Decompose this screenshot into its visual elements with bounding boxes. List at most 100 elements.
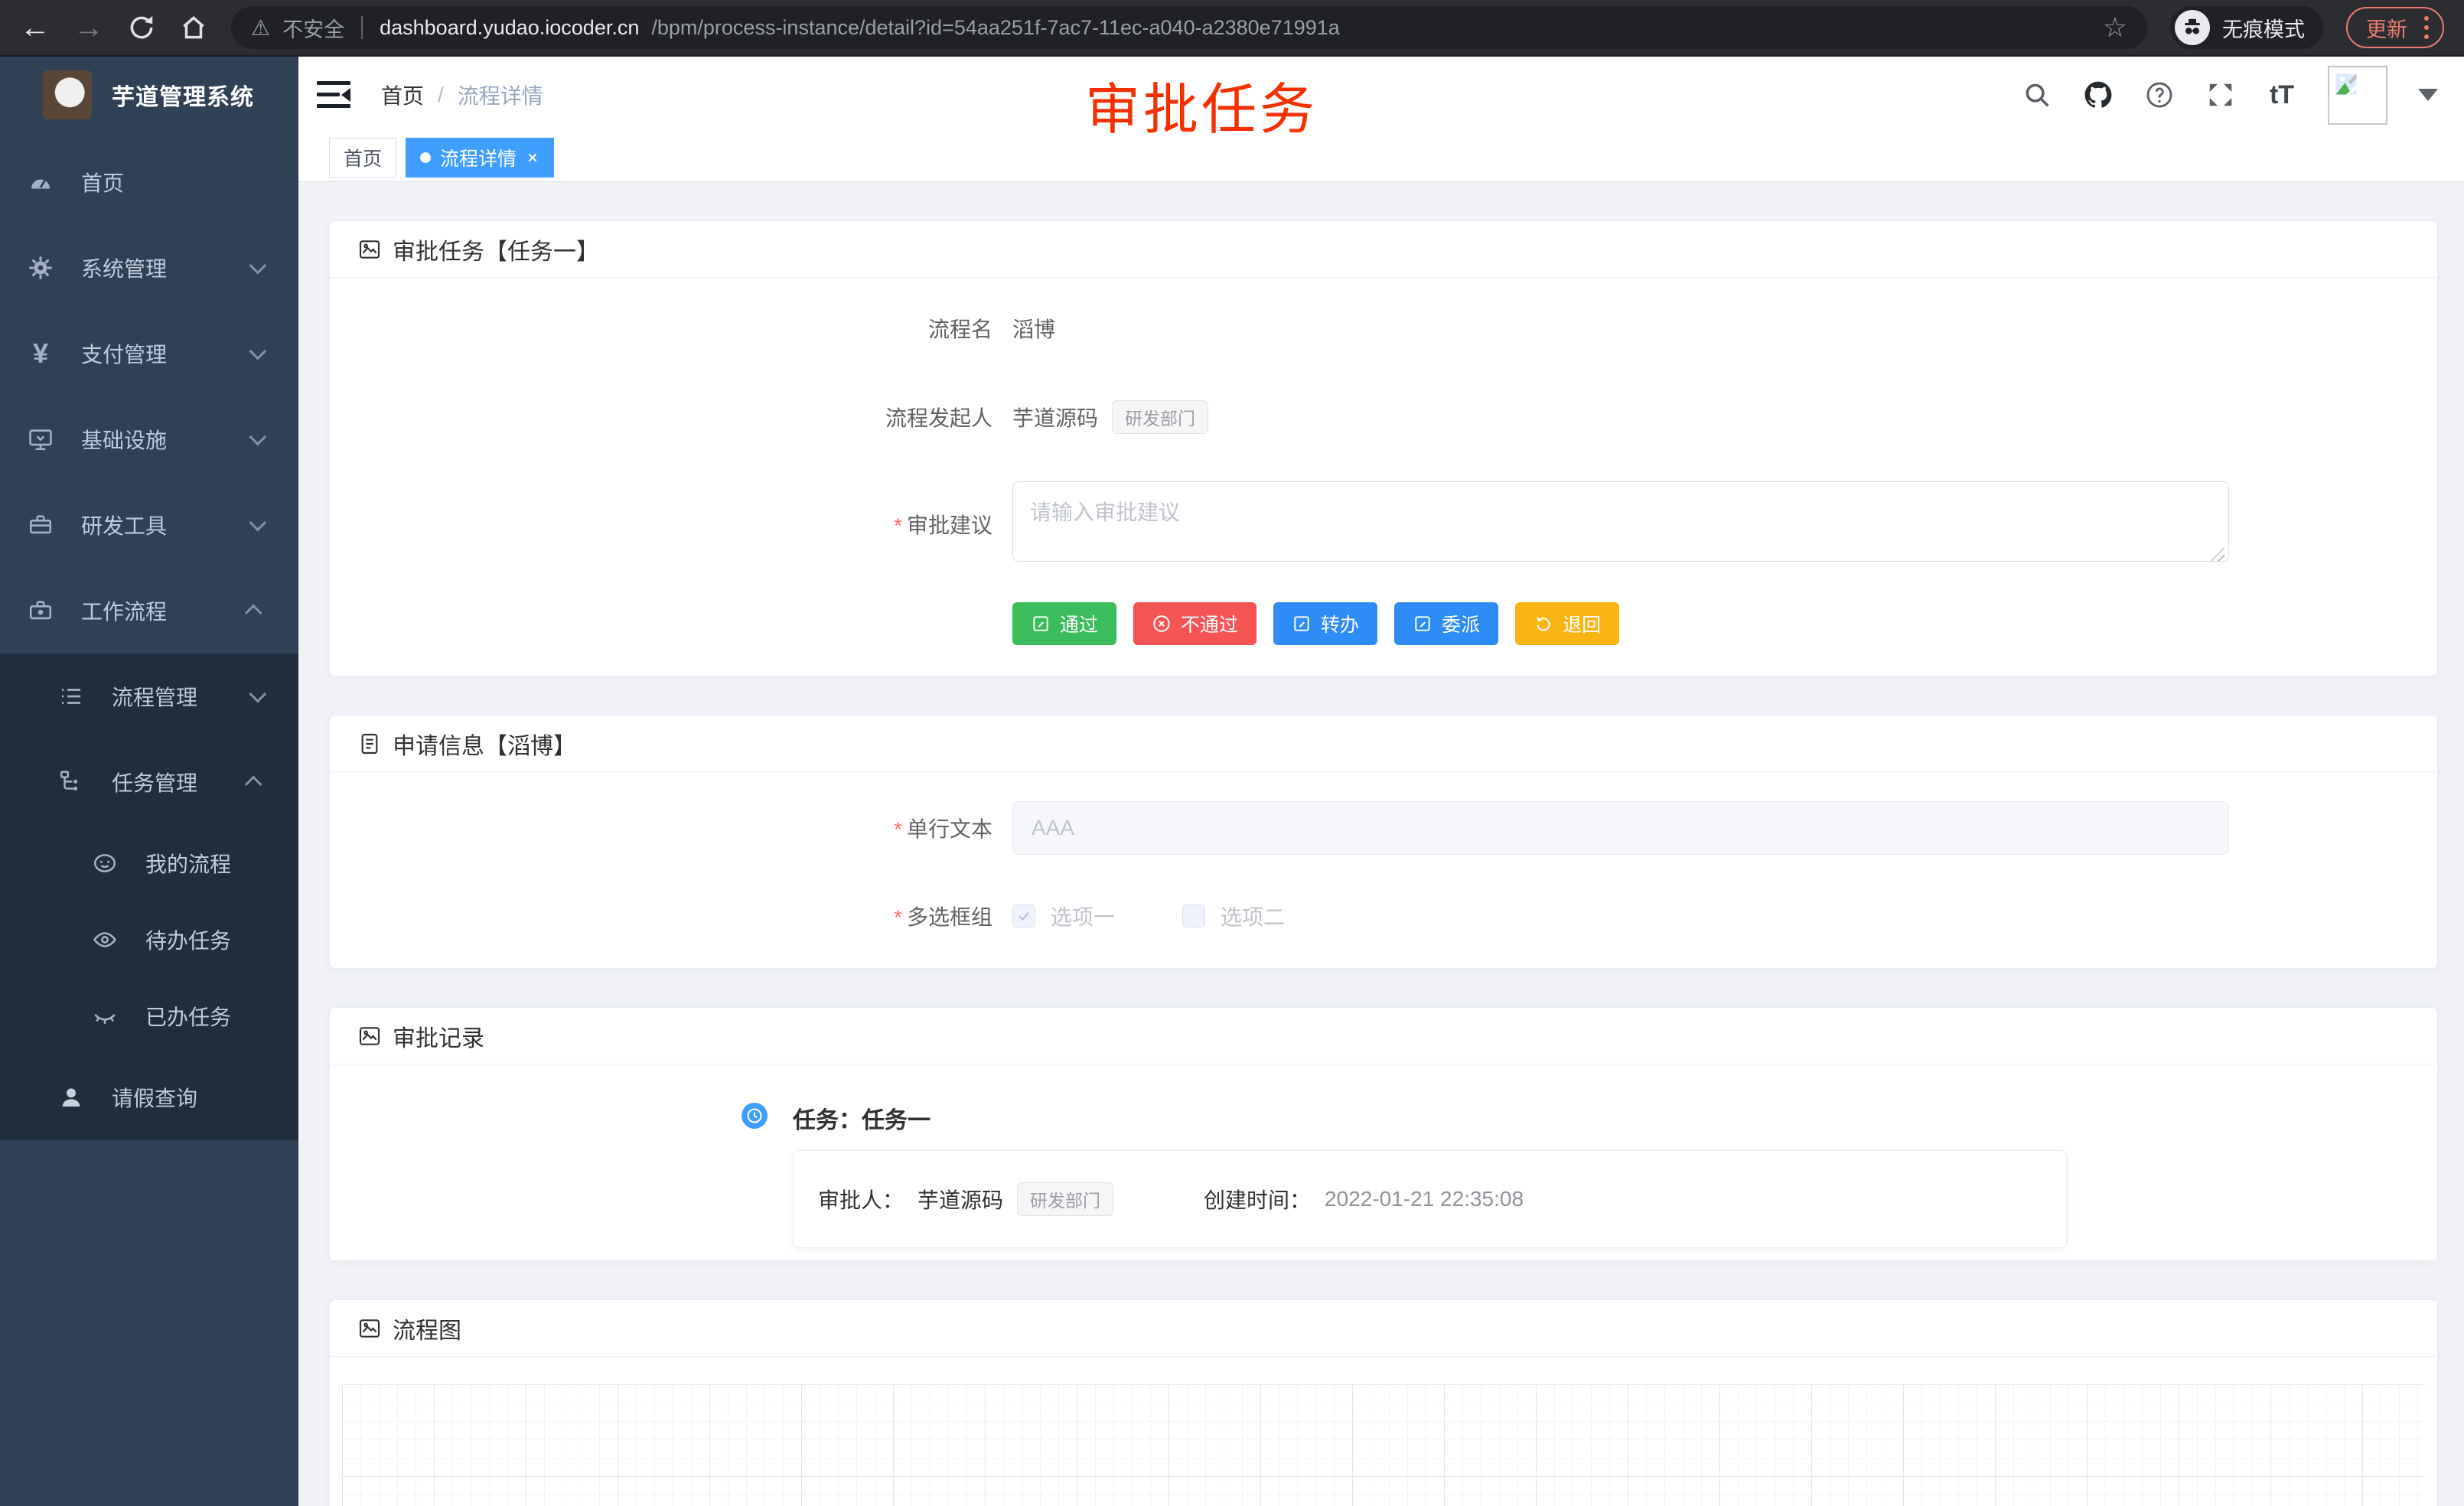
- font-size-icon[interactable]: tT: [2267, 80, 2297, 110]
- main-content: 审批任务【任务一】 流程名 滔博 流程发起人 芋道源码 研发部门 *审批建议: [298, 182, 2464, 1506]
- picture-icon: [357, 1316, 382, 1341]
- approval-card-header: 审批任务【任务一】: [330, 221, 2437, 278]
- record-card-header: 审批记录: [330, 1008, 2437, 1064]
- suggestion-textarea[interactable]: [1012, 481, 2229, 562]
- eye-icon: [92, 927, 118, 953]
- checkbox-option-1[interactable]: 选项一: [1012, 901, 1115, 931]
- url-domain: dashboard.yudao.iocoder.cn: [380, 16, 639, 40]
- forward-icon[interactable]: →: [73, 12, 104, 43]
- single-line-text-input[interactable]: [1012, 801, 2229, 855]
- reject-button[interactable]: 不通过: [1133, 602, 1256, 645]
- dashboard-icon: [28, 169, 54, 195]
- home-icon[interactable]: [179, 13, 208, 42]
- suggestion-label: *审批建议: [330, 509, 992, 539]
- rollback-icon: [1533, 614, 1553, 634]
- timeline-detail-card: 审批人： 芋道源码 研发部门 创建时间： 2022-01-21 22:35:08: [793, 1150, 2067, 1248]
- approver-label: 审批人：: [818, 1184, 904, 1214]
- back-icon[interactable]: ←: [20, 12, 51, 43]
- created-time-label: 创建时间：: [1204, 1184, 1311, 1214]
- transfer-button[interactable]: 转办: [1273, 602, 1377, 645]
- application-card-header: 申请信息【滔博】: [330, 716, 2437, 772]
- toolbox-icon: [28, 512, 54, 538]
- process-diagram-card: 流程图: [329, 1299, 2438, 1506]
- tags-view-bar: 首页 流程详情: [298, 133, 2464, 182]
- gear-icon: [28, 255, 54, 281]
- sidebar-collapse-icon[interactable]: [317, 81, 350, 109]
- process-name-value: 滔博: [1012, 313, 1055, 344]
- bookmark-star-icon[interactable]: ☆: [2103, 11, 2127, 44]
- required-asterisk: *: [894, 905, 902, 929]
- checkbox-checked-icon: [1012, 905, 1035, 927]
- search-icon[interactable]: [2022, 80, 2052, 110]
- incognito-icon: [2175, 10, 2210, 45]
- approval-task-card: 审批任务【任务一】 流程名 滔博 流程发起人 芋道源码 研发部门 *审批建议: [329, 220, 2438, 676]
- picture-icon: [357, 237, 382, 262]
- breadcrumb-separator: /: [438, 83, 444, 107]
- close-tab-icon[interactable]: [526, 151, 539, 165]
- approver-dept-tag: 研发部门: [1017, 1182, 1113, 1216]
- help-icon[interactable]: [2144, 80, 2175, 110]
- checkbox-option-2[interactable]: 选项二: [1182, 901, 1285, 931]
- tab-home[interactable]: 首页: [329, 138, 396, 178]
- diagram-card-header: 流程图: [330, 1300, 2437, 1357]
- fullscreen-icon[interactable]: [2205, 80, 2236, 110]
- incognito-indicator: 无痕模式: [2170, 6, 2323, 49]
- update-button[interactable]: 更新: [2346, 7, 2444, 48]
- single-line-text-label: *单行文本: [330, 813, 992, 843]
- reload-icon[interactable]: [127, 13, 156, 42]
- sidebar-item-home[interactable]: 首页: [0, 139, 298, 225]
- sidebar-logo[interactable]: 芋道管理系统: [0, 57, 298, 133]
- tab-process-detail[interactable]: 流程详情: [406, 138, 554, 178]
- approve-button[interactable]: 通过: [1012, 602, 1116, 645]
- chevron-up-icon: [245, 605, 262, 622]
- edit-icon: [1292, 614, 1312, 634]
- initiator-label: 流程发起人: [330, 402, 992, 432]
- insecure-warning-icon[interactable]: ⚠: [251, 15, 270, 41]
- app-title: 芋道管理系统: [112, 78, 254, 112]
- sidebar-item-process-mgmt[interactable]: 流程管理: [0, 654, 298, 739]
- avatar[interactable]: [2328, 66, 2387, 125]
- sidebar-item-infra[interactable]: 基础设施: [0, 396, 298, 482]
- breadcrumb-home[interactable]: 首页: [381, 80, 424, 110]
- sidebar: 芋道管理系统 首页 系统管理 ¥ 支付管理 基础设施: [0, 57, 298, 1506]
- approval-record-card: 审批记录 任务：任务一 审批人： 芋道源码 研发部门 创建时间： 2022-01…: [329, 1007, 2438, 1261]
- browser-menu-icon[interactable]: [2424, 16, 2429, 39]
- sidebar-item-my-process[interactable]: 我的流程: [0, 825, 298, 901]
- yen-icon: ¥: [28, 341, 54, 367]
- checkbox-group: 选项一 选项二: [1012, 901, 1285, 931]
- annotation-text: 审批任务: [1085, 64, 1318, 145]
- flow-tree-icon: [58, 769, 84, 795]
- security-label: 不安全: [282, 13, 344, 43]
- chevron-down-icon: [249, 686, 267, 703]
- avatar-caret-icon[interactable]: [2418, 89, 2438, 101]
- address-bar[interactable]: ⚠ 不安全 dashboard.yudao.iocoder.cn/bpm/pro…: [231, 6, 2147, 49]
- user-icon: [58, 1084, 84, 1110]
- sidebar-item-workflow[interactable]: 工作流程: [0, 568, 298, 654]
- face-icon: [92, 850, 118, 876]
- page: ← → ⚠ 不安全 dashboard.yudao.iocoder.cn/bpm…: [0, 0, 2464, 1506]
- sidebar-item-payment[interactable]: ¥ 支付管理: [0, 311, 298, 396]
- process-name-label: 流程名: [330, 313, 992, 344]
- bpmn-grid-canvas[interactable]: [342, 1384, 2425, 1506]
- github-icon[interactable]: [2083, 80, 2114, 110]
- picture-icon: [357, 1024, 382, 1048]
- edit-icon: [1031, 614, 1051, 634]
- active-dot: [420, 152, 431, 163]
- sidebar-item-task-mgmt[interactable]: 任务管理: [0, 739, 298, 825]
- sidebar-item-system[interactable]: 系统管理: [0, 225, 298, 311]
- sidebar-item-devtools[interactable]: 研发工具: [0, 482, 298, 568]
- timeline-task-title: 任务：任务一: [793, 1101, 931, 1135]
- url-path: /bpm/process-instance/detail?id=54aa251f…: [651, 16, 1339, 40]
- monitor-icon: [28, 426, 54, 452]
- delegate-button[interactable]: 委派: [1394, 602, 1498, 645]
- sidebar-item-leave-query[interactable]: 请假查询: [0, 1055, 298, 1140]
- sidebar-item-done-tasks[interactable]: 已办任务: [0, 978, 298, 1055]
- sidebar-item-todo-tasks[interactable]: 待办任务: [0, 901, 298, 978]
- return-button[interactable]: 退回: [1515, 602, 1619, 645]
- chevron-down-icon: [249, 514, 267, 532]
- required-asterisk: *: [894, 513, 902, 537]
- list-tree-icon: [58, 683, 84, 709]
- eye-closed-icon: [92, 1003, 118, 1029]
- chevron-down-icon: [249, 343, 267, 360]
- chevron-down-icon: [249, 257, 267, 275]
